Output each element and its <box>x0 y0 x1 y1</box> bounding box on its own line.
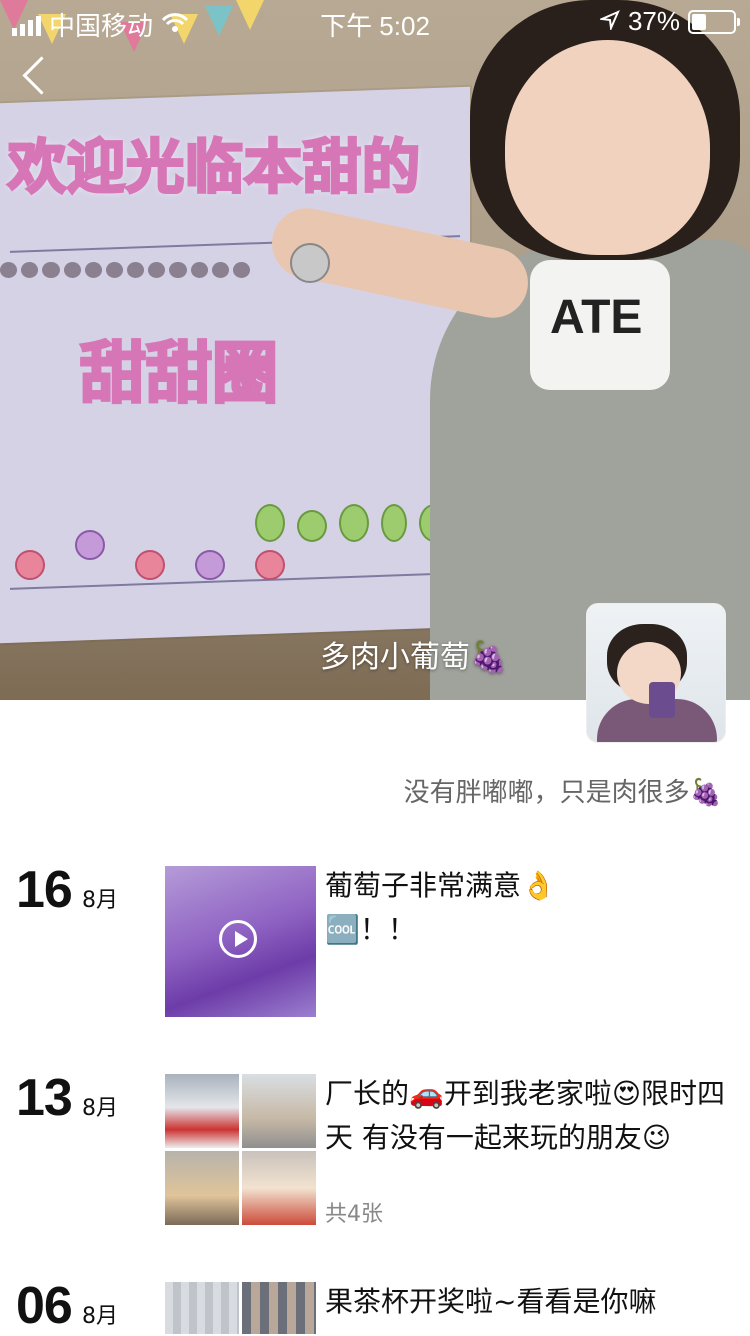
cover-photo[interactable]: ATE 欢迎光临本甜的 甜甜圈 <box>0 0 750 700</box>
video-thumbnail[interactable] <box>165 866 316 1017</box>
post-month: 8月 <box>82 1096 118 1121</box>
post-text-line2: 🆒！！ <box>325 913 416 946</box>
coin <box>290 243 330 283</box>
photo-thumbnail <box>165 1151 239 1225</box>
post-month: 8月 <box>82 1304 118 1329</box>
photo-thumbnail <box>242 1074 316 1148</box>
photo-count: 共4张 <box>325 1202 383 1227</box>
post-day: 13 <box>16 1069 73 1127</box>
post-month: 8月 <box>82 888 118 913</box>
post-text: 厂长的🚗开到我老家啦😍限时四天 有没有一起来玩的朋友😉 <box>325 1077 726 1154</box>
timeline-post[interactable]: 06 8月 果茶杯开奖啦~看看是你嘛 <box>0 1276 750 1335</box>
battery-percent: 37% <box>627 6 680 36</box>
child-photo: ATE <box>265 0 750 700</box>
play-icon[interactable] <box>219 920 257 958</box>
post-day: 06 <box>16 1277 73 1335</box>
profile-username: 多肉小葡萄🍇 <box>320 640 508 675</box>
location-icon <box>598 6 620 37</box>
heart-row <box>0 262 251 280</box>
post-text: 葡萄子非常满意👌 <box>325 869 556 902</box>
photo-thumbnail <box>165 1282 239 1334</box>
flower-drawings <box>15 520 285 580</box>
timeline-post[interactable]: 13 8月 厂长的🚗开到我老家啦😍限时四天 有没有一起来玩的朋友😉 共4张 <box>0 1068 750 1238</box>
photo-thumbnail <box>242 1282 316 1334</box>
status-bar: 中国移动 下午 5:02 37% <box>0 0 750 41</box>
photo-thumbnail <box>165 1074 239 1148</box>
timeline-post[interactable]: 16 8月 葡萄子非常满意👌 🆒！！ <box>0 860 750 1020</box>
cover-title-line2: 甜甜圈 <box>79 334 280 414</box>
post-day: 16 <box>16 861 73 919</box>
profile-signature: 没有胖嘟嘟，只是肉很多🍇 <box>403 778 722 808</box>
photo-grid[interactable] <box>165 1282 316 1334</box>
photo-thumbnail <box>242 1151 316 1225</box>
battery-icon <box>688 9 740 34</box>
shirt-print: ATE <box>550 291 643 344</box>
avatar[interactable] <box>586 603 726 743</box>
cover-title-line1: 欢迎光临本甜的 <box>6 132 422 203</box>
photo-grid[interactable] <box>165 1074 316 1225</box>
post-text: 果茶杯开奖啦~看看是你嘛 <box>325 1285 657 1318</box>
